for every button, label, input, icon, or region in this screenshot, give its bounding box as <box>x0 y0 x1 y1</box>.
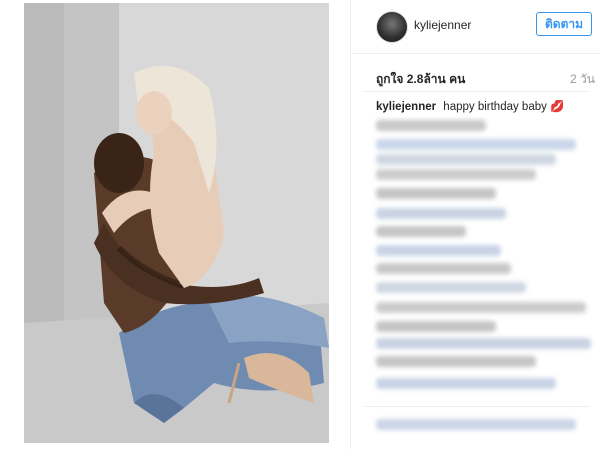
comment-line <box>376 419 576 430</box>
likes-count[interactable]: ถูกใจ 2.8ล้าน คน <box>376 70 465 89</box>
follow-button[interactable]: ติดตาม <box>536 12 592 36</box>
comment-line <box>376 188 496 199</box>
comment-line <box>376 154 556 165</box>
header-username[interactable]: kyliejenner <box>414 18 471 32</box>
comment-line <box>376 263 511 274</box>
comment-line <box>376 378 556 389</box>
comment-line <box>376 245 501 256</box>
post-time[interactable]: 2 วัน <box>570 70 595 89</box>
comment-line <box>376 169 536 180</box>
likes-divider <box>364 91 590 92</box>
comment-line <box>376 208 506 219</box>
comment-line <box>376 321 496 332</box>
comment-line <box>376 139 576 150</box>
comment-line <box>376 338 591 349</box>
comment-line <box>376 302 586 313</box>
panel-divider <box>350 0 351 449</box>
comment-line <box>376 226 466 237</box>
photo-illustration <box>24 3 329 443</box>
comment-line <box>376 282 526 293</box>
caption-text: happy birthday baby 💋 <box>443 101 565 113</box>
comment-line <box>376 356 536 367</box>
comments-bottom-divider <box>364 406 590 407</box>
comment-line <box>376 120 486 131</box>
post-photo[interactable] <box>24 3 329 443</box>
caption: kyliejenner happy birthday baby 💋 <box>376 99 564 113</box>
profile-avatar-icon[interactable] <box>376 11 408 43</box>
caption-username[interactable]: kyliejenner <box>376 101 436 113</box>
